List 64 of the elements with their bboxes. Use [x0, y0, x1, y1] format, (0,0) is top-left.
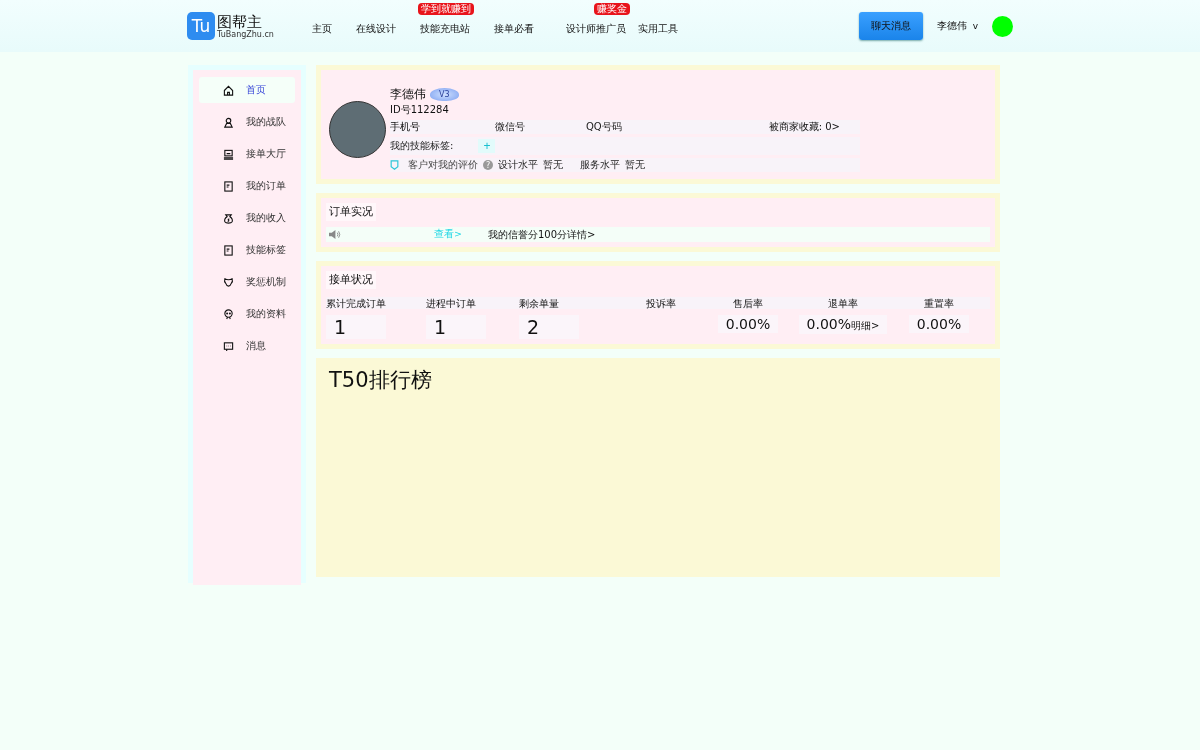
- phone-label: 手机号: [390, 120, 421, 134]
- photo-placeholder: [329, 100, 386, 158]
- chat-icon: [223, 340, 234, 352]
- qq-label: QQ号码: [586, 120, 623, 134]
- level-badge: V3: [430, 88, 459, 101]
- avatar-circle[interactable]: [992, 15, 1013, 37]
- review-label: 客户对我的评价: [408, 158, 478, 172]
- sidebar-item[interactable]: 技能标签: [199, 237, 295, 263]
- skill-tags-label: 我的技能标签:: [390, 139, 454, 153]
- stat-label: 剩余单量: [519, 297, 560, 311]
- person-icon: [223, 116, 234, 128]
- sidebar-item[interactable]: 接单大厅: [199, 141, 295, 167]
- sidebar-item[interactable]: 首页: [199, 77, 295, 103]
- stat-value: 2: [519, 315, 579, 339]
- section-title: 接单状况: [326, 271, 376, 289]
- stat-label: 投诉率: [646, 297, 676, 311]
- home-icon: [223, 84, 234, 96]
- user-menu[interactable]: 李德伟 v: [937, 19, 978, 33]
- document-icon: [223, 244, 234, 256]
- speaker-icon: [328, 229, 341, 240]
- stat-value: 0.00%: [908, 315, 970, 333]
- ranking-title: T50排行榜: [329, 368, 432, 392]
- sidebar-item[interactable]: 我的资料: [199, 301, 295, 327]
- design-value: 暂无: [543, 158, 563, 172]
- nav-link[interactable]: 主页: [311, 22, 332, 34]
- section-title: 订单实况: [326, 203, 376, 221]
- logo-name: 图帮主: [217, 13, 262, 30]
- nav-badge: 赚奖金: [593, 2, 630, 15]
- sidebar-item[interactable]: 奖惩机制: [199, 269, 295, 295]
- logo-domain: TuBangZhu.cn: [217, 29, 274, 39]
- stat-value: 1: [426, 315, 486, 339]
- sidebar-item[interactable]: 我的订单: [199, 173, 295, 199]
- monitor-icon: [223, 148, 234, 160]
- document-icon: [223, 180, 234, 192]
- face-icon: [223, 308, 234, 320]
- details-link[interactable]: 明细>: [851, 320, 880, 331]
- stat-label: 退单率: [828, 297, 858, 311]
- wechat-label: 微信号: [495, 120, 526, 134]
- chat-button[interactable]: 聊天消息: [859, 12, 924, 40]
- stat-label: 进程中订单: [426, 297, 477, 311]
- stat-value: 0.00%明细>: [798, 315, 888, 334]
- service-label: 服务水平: [580, 158, 620, 172]
- sidebar-item[interactable]: 我的战队: [199, 109, 295, 135]
- nav-badge: 学到就赚到: [417, 2, 474, 15]
- nav-link[interactable]: 设计师推广员: [565, 22, 626, 34]
- shield-icon: [390, 160, 399, 170]
- sidebar-item[interactable]: 我的收入: [199, 205, 295, 231]
- nav-link[interactable]: 在线设计: [355, 22, 396, 34]
- stat-label: 累计完成订单: [326, 297, 387, 311]
- user-id: ID号112284: [390, 103, 450, 117]
- stat-value: 0.00%: [717, 315, 779, 333]
- stat-label: 重置率: [924, 297, 954, 311]
- nav-link[interactable]: 接单必看: [493, 22, 534, 34]
- design-label: 设计水平: [498, 158, 538, 172]
- money-bag-icon: [223, 212, 234, 224]
- user-name: 李德伟: [390, 86, 426, 103]
- nav-link[interactable]: 技能充电站: [419, 22, 470, 34]
- favorites-link[interactable]: 被商家收藏: 0>: [768, 120, 840, 134]
- nav-link[interactable]: 实用工具: [637, 22, 678, 34]
- sidebar-item[interactable]: 消息: [199, 333, 295, 359]
- stat-value: 1: [326, 315, 386, 339]
- service-value: 暂无: [625, 158, 645, 172]
- stat-label: 售后率: [733, 297, 763, 311]
- credit-link[interactable]: 我的信誉分100分详情>: [487, 227, 596, 242]
